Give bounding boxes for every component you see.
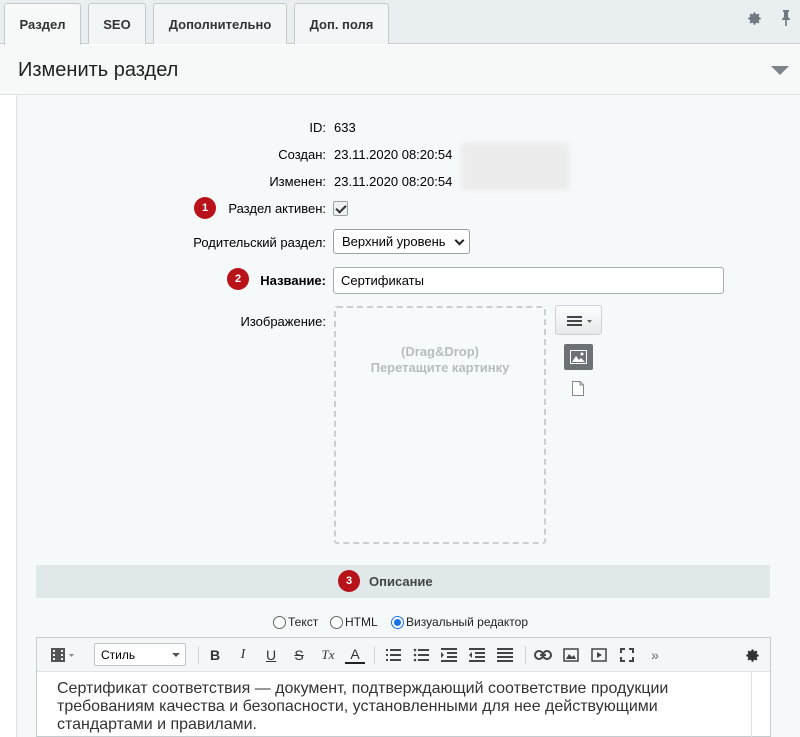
parent-select-value: Верхний уровень	[342, 234, 446, 249]
name-input[interactable]: Сертификаты	[333, 267, 724, 294]
tab-section[interactable]: Раздел	[4, 3, 81, 45]
mode-visual-radio[interactable]: Визуальный редактор	[391, 615, 528, 629]
underline-button[interactable]: U	[261, 645, 281, 665]
pin-icon[interactable]	[778, 8, 794, 28]
tab-extra-fields[interactable]: Доп. поля	[294, 3, 389, 44]
bold-button[interactable]: B	[205, 645, 225, 665]
page-title: Изменить раздел	[18, 59, 179, 81]
divider	[374, 646, 375, 664]
tab-additional[interactable]: Дополнительно	[153, 3, 287, 44]
created-label: Создан:	[278, 147, 326, 162]
tab-seo[interactable]: SEO	[88, 3, 146, 44]
editor-scrollbar[interactable]	[751, 672, 752, 737]
align-justify-icon[interactable]	[494, 645, 516, 665]
film-icon[interactable]	[49, 645, 77, 665]
more-icon[interactable]: »	[644, 645, 666, 665]
chevron-down-icon	[454, 235, 465, 246]
active-label: Раздел активен:	[228, 201, 326, 216]
style-select[interactable]: Стиль	[94, 643, 186, 666]
id-label: ID:	[309, 120, 326, 135]
active-checkbox[interactable]	[333, 201, 348, 216]
image-menu-button[interactable]	[555, 305, 602, 335]
radio-indicator	[391, 615, 404, 629]
picture-icon	[570, 350, 587, 364]
gear-icon[interactable]	[746, 8, 762, 28]
file-icon	[572, 381, 584, 396]
clear-format-button[interactable]: Tx	[317, 645, 339, 665]
video-insert-icon[interactable]	[588, 645, 610, 665]
modified-label: Изменен:	[269, 174, 326, 189]
editor-content[interactable]: Сертификат соответствия — документ, подт…	[57, 680, 697, 734]
ordered-list-icon[interactable]	[382, 645, 404, 665]
mode-html-label: HTML	[345, 615, 378, 629]
mode-text-label: Текст	[288, 615, 319, 629]
badge-3: 3	[338, 570, 360, 592]
fullscreen-icon[interactable]	[616, 645, 638, 665]
redacted-author	[461, 143, 569, 190]
editor-toolbar: Стиль B I U S Tx A »	[37, 638, 770, 672]
divider	[198, 646, 199, 664]
parent-label: Родительский раздел:	[193, 235, 326, 250]
mode-visual-label: Визуальный редактор	[406, 615, 529, 629]
dropzone-hint-2: Перетащите картинку	[370, 360, 510, 375]
link-icon[interactable]	[532, 645, 554, 665]
chevron-down-icon	[172, 653, 180, 657]
modified-value: 23.11.2020 08:20:54	[334, 174, 453, 189]
style-select-value: Стиль	[101, 647, 136, 662]
collapse-arrow-icon[interactable]	[771, 66, 789, 75]
mode-html-radio[interactable]: HTML	[330, 615, 378, 629]
text-color-button[interactable]: A	[345, 645, 365, 664]
strikethrough-button[interactable]: S	[289, 645, 309, 665]
visual-editor: Стиль B I U S Tx A » Сертификат соответс…	[36, 637, 771, 737]
indent-icon[interactable]	[438, 645, 460, 665]
tab-bar: Раздел SEO Дополнительно Доп. поля	[0, 0, 800, 45]
italic-button[interactable]: I	[233, 645, 253, 665]
id-value: 633	[334, 120, 356, 135]
mode-text-radio[interactable]: Текст	[273, 615, 318, 629]
outdent-icon[interactable]	[466, 645, 488, 665]
image-upload-button[interactable]	[564, 344, 593, 370]
section-header: Изменить раздел	[0, 45, 800, 95]
editor-settings-icon[interactable]	[741, 645, 763, 665]
parent-select[interactable]: Верхний уровень	[333, 229, 470, 254]
divider	[525, 646, 526, 664]
image-dropzone[interactable]: (Drag&Drop) Перетащите картинку	[334, 306, 546, 544]
description-title: Описание	[369, 574, 433, 589]
name-label: Название:	[260, 273, 326, 288]
created-value: 23.11.2020 08:20:54	[334, 147, 453, 162]
radio-indicator	[273, 615, 286, 629]
unordered-list-icon[interactable]	[410, 645, 432, 665]
dropzone-hint-1: (Drag&Drop)	[401, 344, 479, 359]
image-insert-icon[interactable]	[560, 645, 582, 665]
image-label: Изображение:	[240, 314, 326, 329]
radio-indicator	[330, 615, 343, 629]
hamburger-icon	[567, 316, 592, 326]
file-upload-button[interactable]	[571, 380, 585, 397]
